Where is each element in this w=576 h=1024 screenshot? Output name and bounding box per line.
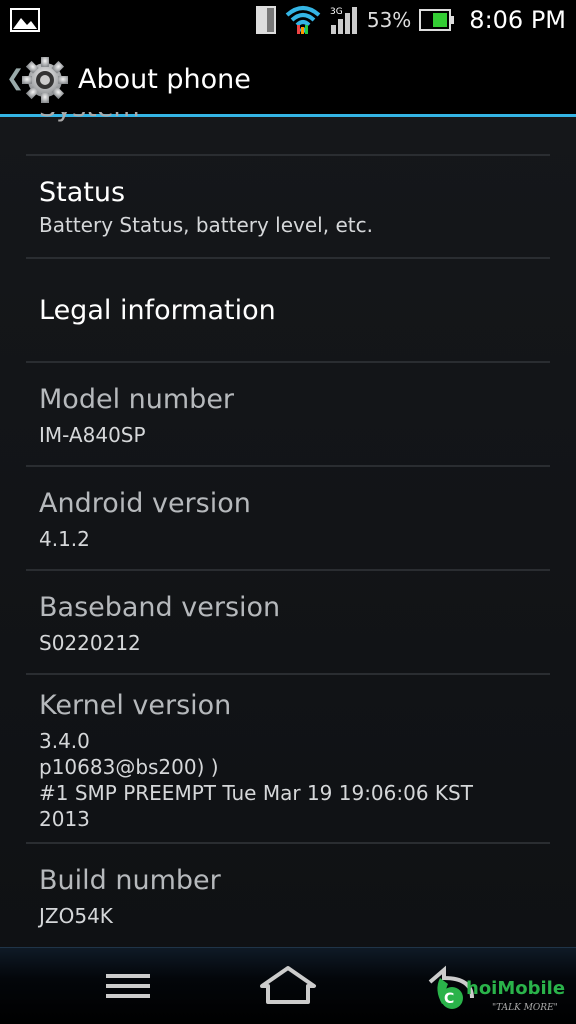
svg-text:C: C — [444, 991, 454, 1007]
watermark-brand: hoiMobile — [466, 978, 566, 999]
list-item-label: Model number — [39, 384, 235, 415]
list-item-baseband-version: Baseband version S0220212 — [39, 591, 556, 656]
partial-list-item: System updates — [39, 112, 239, 122]
clock: 8:06 PM — [469, 6, 566, 34]
list-divider — [26, 361, 550, 363]
list-item-value: JZO54K — [39, 904, 113, 928]
list-divider — [26, 673, 550, 675]
settings-gear-icon[interactable] — [20, 55, 70, 105]
screen: 3G 53% 8:06 PM ❮ About phone Status Batt… — [0, 0, 576, 1024]
battery-icon — [419, 9, 455, 31]
list-item-legal-information[interactable]: Legal information — [39, 294, 556, 328]
list-item-value: 4.1.2 — [39, 527, 90, 551]
list-item-value: S0220212 — [39, 631, 141, 655]
list-divider — [26, 154, 550, 156]
battery-percent: 53% — [366, 8, 412, 32]
menu-icon[interactable] — [78, 948, 178, 1024]
list-item-summary: Battery Status, battery level, etc. — [39, 213, 373, 237]
list-divider — [26, 842, 550, 844]
svg-text:3G: 3G — [330, 7, 343, 17]
list-item-android-version: Android version 4.1.2 — [39, 487, 556, 552]
list-item-kernel-version: Kernel version 3.4.0 p10683@bs200) ) #1 … — [39, 689, 556, 832]
list-item-build-number: Build number JZO54K — [39, 864, 556, 929]
list-item-label: Android version — [39, 488, 251, 519]
list-divider — [26, 465, 550, 467]
list-item-value: IM-A840SP — [39, 423, 146, 447]
watermark-tagline: "TALK MORE" — [492, 1003, 558, 1013]
list-divider — [26, 257, 550, 259]
list-divider — [26, 569, 550, 571]
status-bar: 3G 53% 8:06 PM — [0, 0, 576, 40]
list-item-label: Kernel version — [39, 690, 232, 721]
gallery-icon — [10, 8, 40, 32]
list-item-value: 3.4.0 p10683@bs200) ) #1 SMP PREEMPT Tue… — [39, 729, 473, 831]
list-item-label: Legal information — [39, 295, 276, 326]
signal-icon: 3G — [330, 7, 357, 34]
page-title: About phone — [78, 64, 251, 95]
home-icon[interactable] — [238, 948, 338, 1024]
list-item-model-number: Model number IM-A840SP — [39, 383, 556, 448]
wifi-icon — [285, 6, 321, 34]
status-icons: 3G 53% 8:06 PM — [247, 0, 566, 40]
list-item-label: Status — [39, 177, 126, 208]
list-item-label: Baseband version — [39, 592, 281, 623]
list-item-label: Build number — [39, 865, 221, 896]
list-item-status[interactable]: Status Battery Status, battery level, et… — [39, 176, 556, 238]
sim-icon — [255, 6, 276, 34]
